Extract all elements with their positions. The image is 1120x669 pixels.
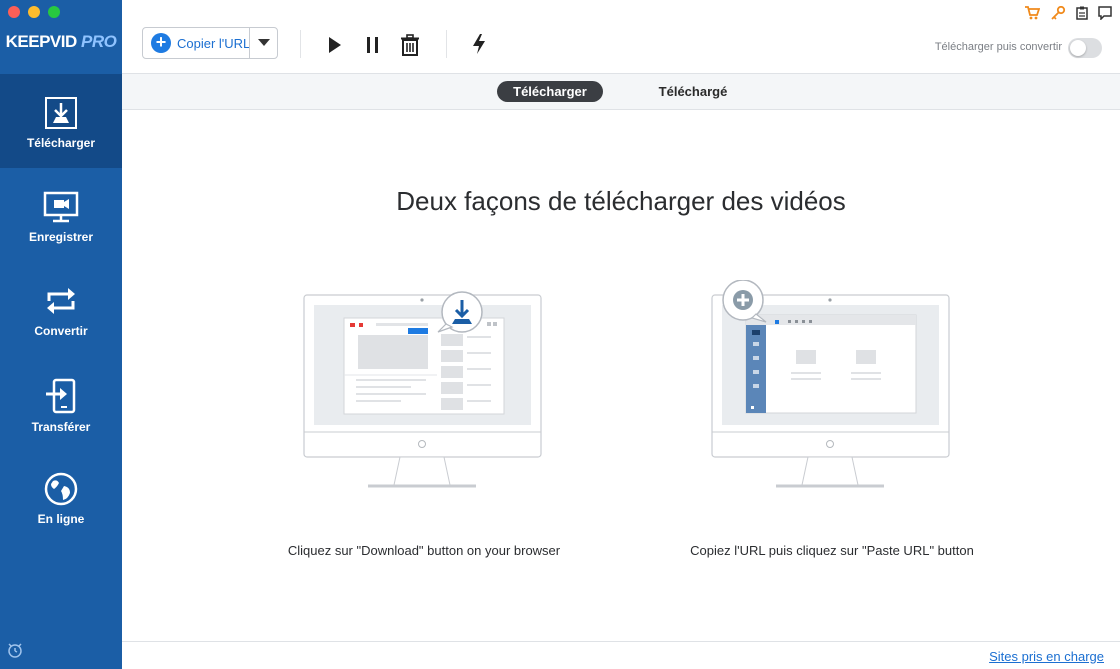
chat-icon[interactable] [1098, 6, 1112, 25]
trash-icon[interactable] [400, 34, 420, 61]
lightning-icon[interactable] [471, 33, 487, 60]
clipboard-icon[interactable] [1076, 6, 1088, 25]
pause-icon[interactable] [366, 36, 380, 59]
convert-toggle-label: Télécharger puis convertir [934, 41, 1062, 53]
copy-url-label: Copier l'URL [177, 35, 249, 51]
sidebar-item-en-ligne[interactable]: En ligne [0, 450, 122, 544]
convert-icon [47, 288, 75, 314]
page-title: Deux façons de télécharger des vidéos [396, 186, 846, 216]
close-window-button[interactable] [8, 6, 20, 18]
sidebar-item-label: Télécharger [26, 136, 96, 150]
browser-download-illustration [300, 280, 550, 500]
download-icon [45, 97, 77, 129]
tab-bar: Télécharger Téléchargé [122, 74, 1120, 110]
paste-url-illustration [708, 279, 958, 500]
plus-icon: + [151, 33, 171, 53]
tab-telecharger[interactable]: Télécharger [497, 81, 603, 102]
window-controls [8, 6, 60, 18]
sidebar-item-label: Convertir [34, 324, 88, 338]
toggle-knob [1070, 40, 1086, 56]
footer: Sites pris en charge [122, 641, 1120, 669]
minimize-window-button[interactable] [28, 6, 40, 18]
sidebar-item-enregistrer[interactable]: Enregistrer [0, 168, 122, 262]
sidebar-item-label: En ligne [37, 512, 85, 526]
cart-icon[interactable] [1024, 6, 1041, 25]
transfer-icon [46, 378, 76, 414]
sidebar-item-telecharger[interactable]: Télécharger [0, 74, 122, 168]
toolbar: + Copier l'URL Télécharger puis converti… [122, 0, 1120, 74]
copy-url-button[interactable]: + Copier l'URL [142, 27, 278, 59]
method1-caption: Cliquez sur "Download" button on your br… [287, 543, 561, 558]
logo-pro-text: PRO [81, 32, 117, 51]
sidebar-item-transferer[interactable]: Transférer [0, 356, 122, 450]
app-logo: KEEPVID PRO [0, 32, 122, 52]
supported-sites-link[interactable]: Sites pris en charge [989, 649, 1104, 664]
chevron-down-icon[interactable] [249, 28, 277, 58]
screen-record-icon [43, 191, 79, 223]
play-icon[interactable] [328, 36, 342, 59]
alarm-clock-icon[interactable] [6, 641, 24, 664]
sidebar-item-label: Transférer [31, 420, 91, 434]
sidebar-item-label: Enregistrer [28, 230, 94, 244]
toolbar-divider [300, 30, 301, 58]
maximize-window-button[interactable] [48, 6, 60, 18]
toolbar-divider [446, 30, 447, 58]
convert-toggle[interactable] [1068, 38, 1102, 58]
sidebar: KEEPVID PRO Télécharger Enregistrer Conv… [0, 0, 122, 669]
key-icon[interactable] [1050, 5, 1066, 25]
globe-icon [44, 472, 78, 506]
tab-telecharge[interactable]: Téléchargé [640, 81, 746, 102]
logo-main-text: KEEPVID [5, 32, 78, 51]
method2-caption: Copiez l'URL puis cliquez sur "Paste URL… [690, 543, 974, 558]
sidebar-item-convertir[interactable]: Convertir [0, 262, 122, 356]
top-right-icons [1024, 5, 1112, 25]
